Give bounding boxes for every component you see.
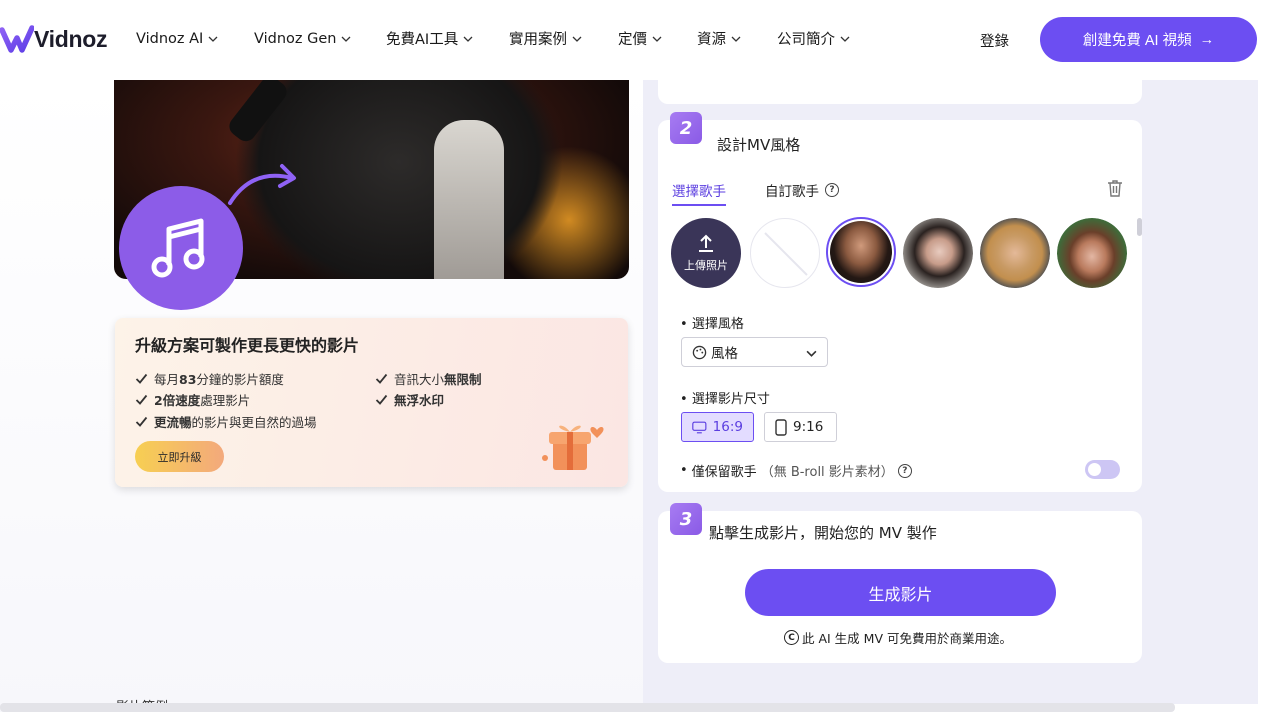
brand-logo[interactable]: Vidnoz [0, 22, 107, 56]
check-icon [135, 416, 148, 427]
check-icon [135, 373, 148, 384]
step3-title: 點擊生成影片，開始您的 MV 製作 [709, 524, 937, 542]
upgrade-plan-card: 升級方案可製作更長更快的影片 每月83分鐘的影片額度 音訊大小無限制 2倍速度處… [115, 318, 628, 487]
top-navigation: Vidnoz Vidnoz AI Vidnoz Gen 免費AI工具 實用案例 … [0, 0, 1266, 80]
keep-singer-toggle[interactable] [1085, 460, 1120, 479]
avatar [830, 221, 892, 283]
gift-box-icon [542, 425, 604, 470]
nav-item-label: 定價 [618, 32, 647, 48]
music-note-icon [119, 186, 243, 310]
nav-menu: Vidnoz AI Vidnoz Gen 免費AI工具 實用案例 定價 資源 公… [136, 28, 850, 49]
help-icon[interactable]: ? [825, 183, 839, 197]
nav-item-free-ai-tools[interactable]: 免費AI工具 [386, 28, 509, 49]
nav-item-pricing[interactable]: 定價 [618, 28, 697, 49]
no-selection-icon [764, 232, 808, 276]
help-icon[interactable]: ? [897, 463, 912, 478]
chevron-down-icon [342, 36, 351, 42]
check-icon [135, 394, 148, 405]
feature-item: 2倍速度處理影片 [135, 390, 250, 409]
curved-arrow-icon [228, 164, 296, 205]
copyright-icon: C [784, 630, 799, 645]
avatar [903, 218, 973, 288]
chevron-down-icon [572, 36, 582, 42]
keep-singer-label: • 僅保留歌手 （無 B-roll 影片素材） ? [680, 461, 912, 480]
nav-item-use-cases[interactable]: 實用案例 [509, 28, 618, 49]
palette-icon [692, 345, 707, 359]
arrow-right-icon: → [1199, 31, 1215, 48]
cta-label: 創建免費 AI 視頻 [1082, 33, 1192, 49]
horizontal-scrollbar[interactable] [0, 703, 1175, 712]
chevron-down-icon [208, 36, 218, 42]
create-free-video-button[interactable]: 創建免費 AI 視頻 → [1040, 17, 1257, 62]
phone-icon [775, 418, 787, 436]
check-icon [375, 394, 388, 405]
nav-item-label: 實用案例 [509, 32, 567, 48]
feature-item: 音訊大小無限制 [375, 369, 482, 388]
singer-avatar-selected[interactable] [826, 217, 896, 287]
nav-item-label: Vidnoz AI [136, 30, 204, 47]
style-select[interactable]: 風格 [681, 337, 828, 367]
tab-select-singer[interactable]: 選擇歌手 [672, 180, 726, 206]
step1-card-bottom [658, 80, 1142, 104]
avatar [1057, 218, 1127, 288]
nav-item-vidnoz-gen[interactable]: Vidnoz Gen [254, 28, 386, 49]
upgrade-title: 升級方案可製作更長更快的影片 [135, 336, 360, 355]
nav-item-label: 資源 [697, 32, 726, 48]
singer-avatar[interactable] [1057, 218, 1127, 288]
ratio-label: 16:9 [712, 419, 743, 435]
video-size-label: • 選擇影片尺寸 [680, 392, 770, 407]
monitor-icon [692, 421, 707, 433]
check-icon [375, 373, 388, 384]
ratio-label: 9:16 [793, 419, 824, 435]
chevron-down-icon [731, 36, 741, 42]
chevron-down-icon [463, 36, 473, 42]
feature-item: 更流暢的影片與更自然的過場 [135, 412, 317, 431]
vidnoz-logo-icon [0, 25, 34, 53]
ratio-16-9-option[interactable]: 16:9 [681, 412, 754, 442]
brand-name: Vidnoz [34, 25, 108, 52]
chevron-down-icon [840, 36, 850, 42]
nav-item-resources[interactable]: 資源 [697, 28, 777, 49]
upload-label: 上傳照片 [684, 259, 728, 272]
trash-icon[interactable] [1105, 178, 1125, 198]
chevron-down-icon [806, 350, 817, 357]
avatar-scrollbar[interactable] [1137, 218, 1142, 236]
upload-icon [699, 234, 713, 252]
tab-label: 自訂歌手 [765, 184, 819, 200]
step-2-badge: 2 [670, 112, 702, 144]
nav-item-label: Vidnoz Gen [254, 30, 337, 47]
commercial-use-note: C 此 AI 生成 MV 可免費用於商業用途。 [784, 628, 1012, 647]
nav-item-about[interactable]: 公司簡介 [777, 28, 850, 49]
upgrade-now-button[interactable]: 立即升級 [135, 441, 224, 472]
ratio-9-16-option[interactable]: 9:16 [764, 412, 837, 442]
nav-item-label: 免費AI工具 [386, 32, 459, 48]
nav-item-label: 公司簡介 [777, 32, 835, 48]
nav-item-vidnoz-ai[interactable]: Vidnoz AI [136, 28, 254, 49]
chevron-down-icon [652, 36, 662, 42]
step-3-badge: 3 [670, 503, 702, 535]
upload-photo-button[interactable]: 上傳照片 [671, 218, 741, 288]
generate-video-button[interactable]: 生成影片 [745, 569, 1056, 616]
avatar [980, 218, 1050, 288]
step2-title: 設計MV風格 [717, 136, 801, 154]
style-label: • 選擇風格 [680, 317, 744, 332]
singer-avatar[interactable] [980, 218, 1050, 288]
style-value: 風格 [711, 346, 738, 362]
singer-avatar[interactable] [903, 218, 973, 288]
tab-custom-singer[interactable]: 自訂歌手 ? [765, 180, 839, 200]
no-singer-option[interactable] [750, 218, 820, 288]
keep-singer-note: （無 B-roll 影片素材） [760, 465, 894, 480]
feature-item: 每月83分鐘的影片額度 [135, 369, 284, 388]
login-link[interactable]: 登錄 [980, 30, 1009, 51]
feature-item: 無浮水印 [375, 390, 444, 409]
